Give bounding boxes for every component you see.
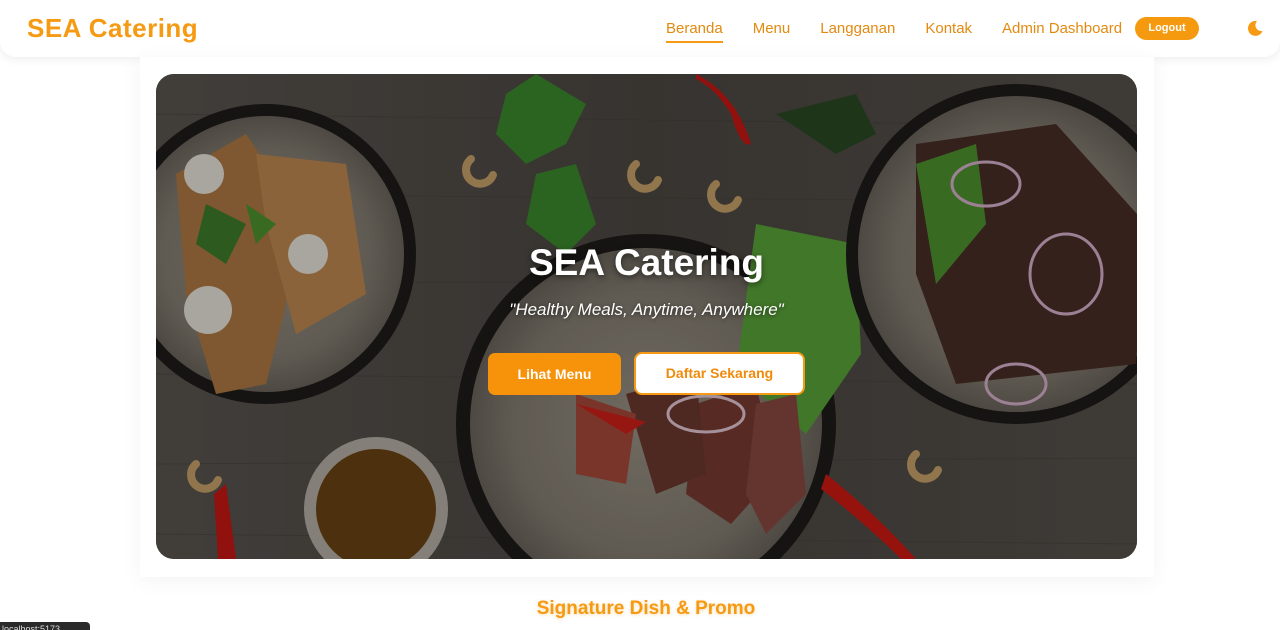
hero-tagline: "Healthy Meals, Anytime, Anywhere"	[509, 300, 784, 319]
logout-button[interactable]: Logout	[1135, 17, 1199, 40]
hero-banner: SEA Catering "Healthy Meals, Anytime, An…	[156, 74, 1137, 559]
nav-links: Beranda Menu Langganan Kontak Admin Dash…	[666, 20, 1152, 43]
nav-link-beranda[interactable]: Beranda	[666, 20, 723, 43]
nav-link-langganan[interactable]: Langganan	[820, 20, 895, 43]
lihat-menu-button[interactable]: Lihat Menu	[488, 353, 621, 395]
section-title-signature-dish: Signature Dish & Promo	[536, 598, 756, 619]
hero-title: SEA Catering	[528, 242, 765, 283]
nav-link-menu[interactable]: Menu	[753, 20, 791, 43]
daftar-sekarang-button[interactable]: Daftar Sekarang	[634, 352, 805, 395]
brand-logo[interactable]: SEA Catering	[27, 13, 198, 44]
status-bar-url: localhost:5173	[0, 622, 90, 630]
nav-link-admin-dashboard[interactable]: Admin Dashboard	[1002, 20, 1122, 43]
moon-icon[interactable]	[1246, 19, 1264, 37]
nav-link-kontak[interactable]: Kontak	[925, 20, 972, 43]
navbar: SEA Catering Beranda Menu Langganan Kont…	[0, 0, 1280, 57]
